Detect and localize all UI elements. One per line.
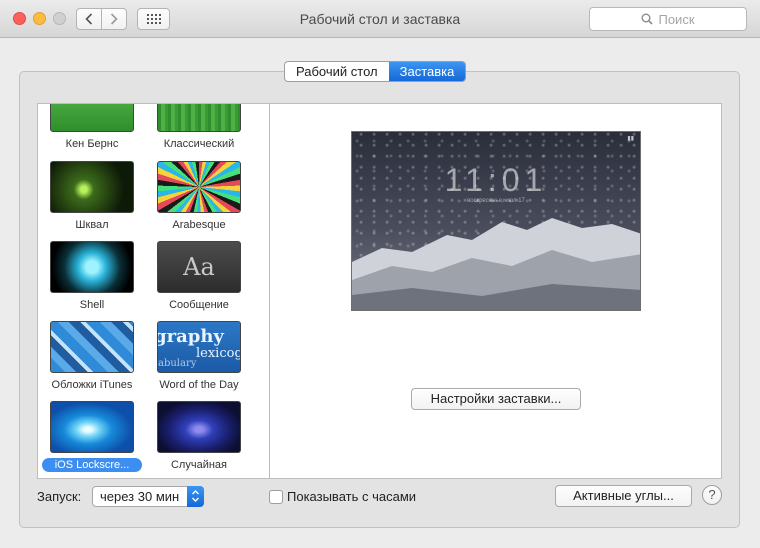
list-item-label: Классический (163, 138, 235, 150)
list-item-label: Shell (79, 299, 105, 311)
start-label: Запуск: (37, 489, 82, 504)
ken-burns-thumbnail (50, 104, 134, 132)
list-item[interactable]: Обложки iTunes (40, 321, 144, 392)
show-clock-checkbox[interactable] (269, 490, 283, 504)
word-of-the-day-thumbnail: graphy lexicog abulary (157, 321, 241, 373)
list-item-label: iOS Lockscre... (42, 458, 142, 472)
close-button[interactable] (13, 12, 26, 25)
list-item[interactable]: Случайная (147, 401, 251, 472)
screensaver-preview: ▮▮ 11:01 воскресенье, июл 17 (351, 131, 641, 311)
screensaver-list[interactable]: Кен Бернс Классический Шквал Arabesque S… (37, 103, 270, 479)
list-item-selected[interactable]: iOS Lockscre... (40, 401, 144, 475)
forward-button[interactable] (101, 8, 127, 30)
list-item[interactable]: Aa Сообщение (147, 241, 251, 312)
select-arrows-icon (187, 486, 204, 507)
search-icon (641, 13, 654, 25)
minimize-button[interactable] (33, 12, 46, 25)
list-item[interactable]: Кен Бернс (40, 104, 144, 151)
chevron-right-icon (110, 13, 118, 25)
tab-screensaver[interactable]: Заставка (388, 62, 466, 81)
list-item[interactable]: Шквал (40, 161, 144, 232)
back-button[interactable] (76, 8, 102, 30)
message-thumbnail: Aa (157, 241, 241, 293)
grid-icon (146, 14, 161, 24)
mountain-illustration (352, 218, 640, 310)
classic-thumbnail (157, 104, 241, 132)
show-clock-label[interactable]: Показывать с часами (287, 489, 416, 504)
preview-time: 11:01 (444, 162, 548, 198)
list-item-label: Word of the Day (159, 379, 239, 391)
help-button[interactable]: ? (702, 485, 722, 505)
list-item-label: Кен Бернс (65, 138, 119, 150)
flurry-thumbnail (50, 161, 134, 213)
screensaver-options-button[interactable]: Настройки заставки... (411, 388, 581, 410)
list-item[interactable]: graphy lexicog abulary Word of the Day (147, 321, 251, 392)
message-thumbnail-text: Aa (183, 253, 215, 281)
battery-icon: ▮▮ (627, 136, 634, 142)
show-all-button[interactable] (137, 8, 170, 30)
ios-lockscreen-thumbnail (50, 401, 134, 453)
search-field[interactable]: Поиск (589, 7, 747, 31)
itunes-artwork-thumbnail (50, 321, 134, 373)
start-after-value: через 30 мин (100, 489, 180, 504)
word-thumbnail-word: abulary (158, 358, 197, 369)
list-item-label: Случайная (170, 459, 227, 471)
list-item[interactable]: Arabesque (147, 161, 251, 232)
start-after-select[interactable]: через 30 мин (92, 486, 204, 507)
search-placeholder: Поиск (658, 11, 695, 27)
tab-desktop[interactable]: Рабочий стол (285, 62, 389, 81)
list-item-label: Обложки iTunes (51, 379, 133, 391)
tab-control: Рабочий стол Заставка (284, 61, 467, 82)
list-item[interactable]: Shell (40, 241, 144, 312)
window-title: Рабочий стол и заставка (299, 11, 461, 27)
list-item-label: Шквал (75, 219, 109, 231)
hot-corners-button[interactable]: Активные углы... (555, 485, 692, 507)
chevron-left-icon (85, 13, 93, 25)
title-bar: Рабочий стол и заставка Поиск (0, 0, 760, 38)
zoom-button[interactable] (53, 12, 66, 25)
word-thumbnail-word: graphy (157, 326, 224, 347)
list-item[interactable]: Классический (147, 104, 251, 151)
shell-thumbnail (50, 241, 134, 293)
list-item-label: Arabesque (172, 219, 226, 231)
word-thumbnail-word: lexicog (196, 346, 241, 361)
list-item-label: Сообщение (169, 299, 229, 311)
arabesque-thumbnail (157, 161, 241, 213)
random-thumbnail (157, 401, 241, 453)
